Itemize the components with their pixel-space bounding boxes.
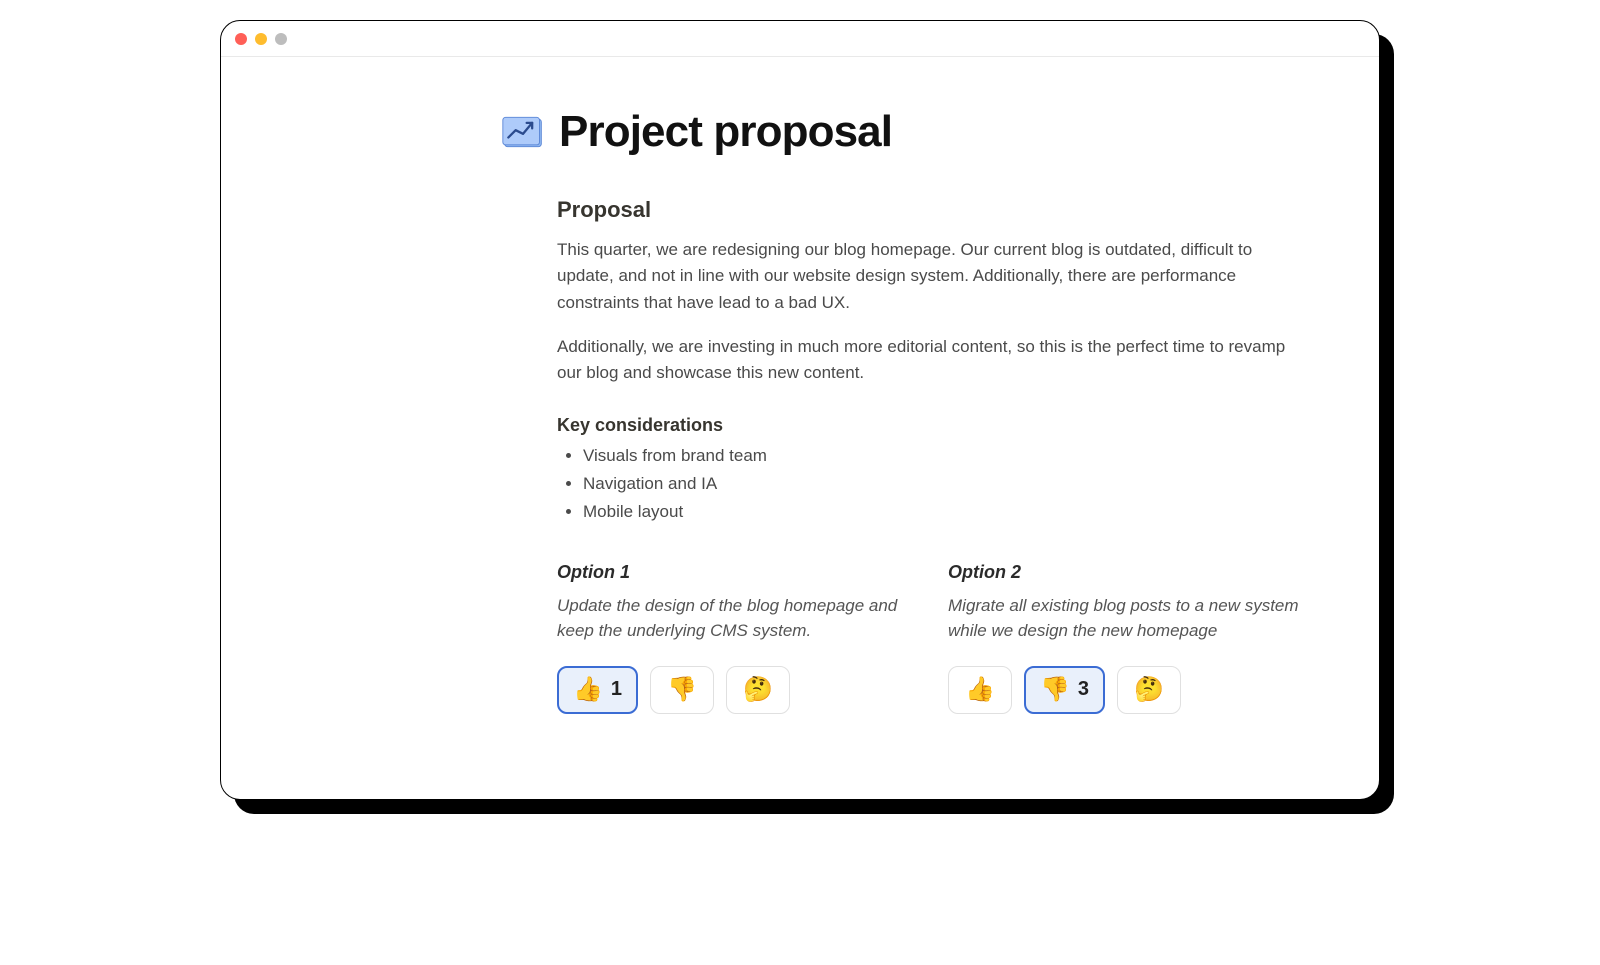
list-item[interactable]: Visuals from brand team (583, 446, 1299, 466)
proposal-heading[interactable]: Proposal (557, 197, 1299, 223)
window-zoom-button[interactable] (275, 33, 287, 45)
reaction-count: 3 (1078, 678, 1089, 701)
reaction-row: 👍 1 👎 🤔 (557, 666, 908, 714)
thumbs-down-icon: 👎 (667, 678, 697, 702)
thumbs-up-icon: 👍 (573, 678, 603, 702)
reaction-thumbs-down-button[interactable]: 👎 (650, 666, 714, 714)
window-titlebar (221, 21, 1379, 57)
app-window: Project proposal Proposal This quarter, … (220, 20, 1380, 800)
option-column: Option 1 Update the design of the blog h… (557, 562, 908, 714)
option-description[interactable]: Migrate all existing blog posts to a new… (948, 593, 1299, 644)
option-description[interactable]: Update the design of the blog homepage a… (557, 593, 908, 644)
option-column: Option 2 Migrate all existing blog posts… (948, 562, 1299, 714)
reaction-thumbs-up-button[interactable]: 👍 (948, 666, 1012, 714)
reaction-thumbs-down-button[interactable]: 👎 3 (1024, 666, 1105, 714)
thinking-face-icon: 🤔 (743, 678, 773, 702)
page-icon[interactable] (501, 110, 545, 154)
thumbs-up-icon: 👍 (965, 678, 995, 702)
reaction-count: 1 (611, 678, 622, 701)
reaction-thinking-button[interactable]: 🤔 (726, 666, 790, 714)
list-item[interactable]: Mobile layout (583, 502, 1299, 522)
window-minimize-button[interactable] (255, 33, 267, 45)
option-title[interactable]: Option 1 (557, 562, 908, 583)
key-considerations-heading[interactable]: Key considerations (557, 415, 1299, 436)
reaction-row: 👍 👎 3 🤔 (948, 666, 1299, 714)
list-item[interactable]: Navigation and IA (583, 474, 1299, 494)
window-close-button[interactable] (235, 33, 247, 45)
proposal-paragraph-1[interactable]: This quarter, we are redesigning our blo… (557, 237, 1299, 316)
thinking-face-icon: 🤔 (1134, 678, 1164, 702)
document-page: Project proposal Proposal This quarter, … (221, 57, 1379, 774)
option-title[interactable]: Option 2 (948, 562, 1299, 583)
page-title[interactable]: Project proposal (559, 107, 892, 157)
key-considerations-list: Visuals from brand team Navigation and I… (557, 446, 1299, 522)
proposal-paragraph-2[interactable]: Additionally, we are investing in much m… (557, 334, 1299, 387)
thumbs-down-icon: 👎 (1040, 678, 1070, 702)
reaction-thumbs-up-button[interactable]: 👍 1 (557, 666, 638, 714)
reaction-thinking-button[interactable]: 🤔 (1117, 666, 1181, 714)
